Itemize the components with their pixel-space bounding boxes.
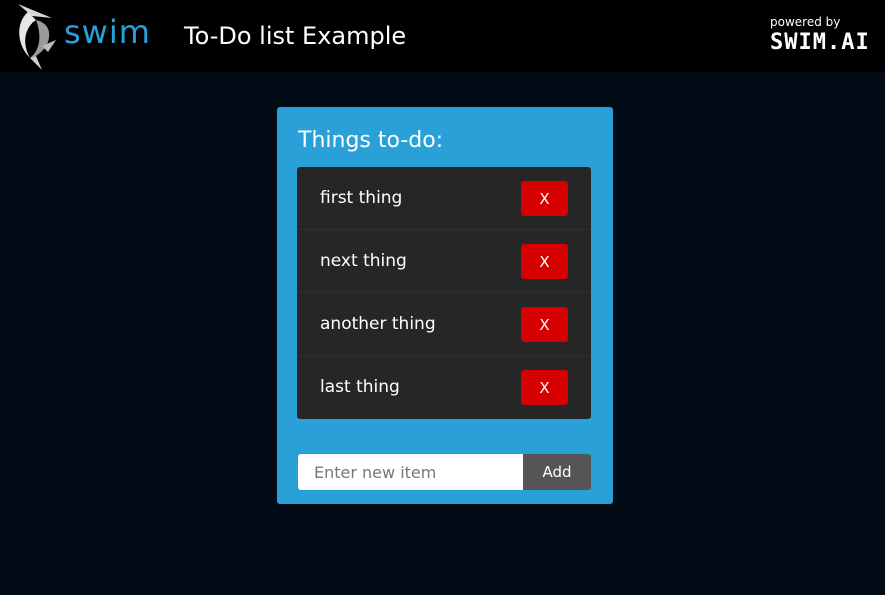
powered-by-label: powered by (770, 15, 841, 29)
remove-item-button[interactable]: X (521, 244, 568, 279)
brand-logo: SWIM.AI (770, 30, 870, 55)
list-item: first thing X (297, 167, 591, 230)
swim-logo: swim (64, 13, 151, 51)
remove-item-button[interactable]: X (521, 370, 568, 405)
todo-panel: Things to-do: first thing X next thing X… (277, 107, 613, 504)
add-button[interactable]: Add (523, 454, 591, 490)
todo-list: first thing X next thing X another thing… (297, 167, 591, 419)
page-title: To-Do list Example (184, 22, 407, 50)
list-item: next thing X (297, 230, 591, 293)
item-label: last thing (320, 377, 400, 397)
remove-item-button[interactable]: X (521, 307, 568, 342)
item-label: first thing (320, 188, 403, 208)
item-label: another thing (320, 314, 436, 334)
list-item: another thing X (297, 293, 591, 356)
remove-item-button[interactable]: X (521, 181, 568, 216)
new-item-input[interactable] (298, 454, 523, 490)
item-label: next thing (320, 251, 407, 271)
todo-heading: Things to-do: (298, 128, 444, 153)
app-header: swim To-Do list Example powered by SWIM.… (0, 0, 885, 72)
list-item: last thing X (297, 356, 591, 419)
